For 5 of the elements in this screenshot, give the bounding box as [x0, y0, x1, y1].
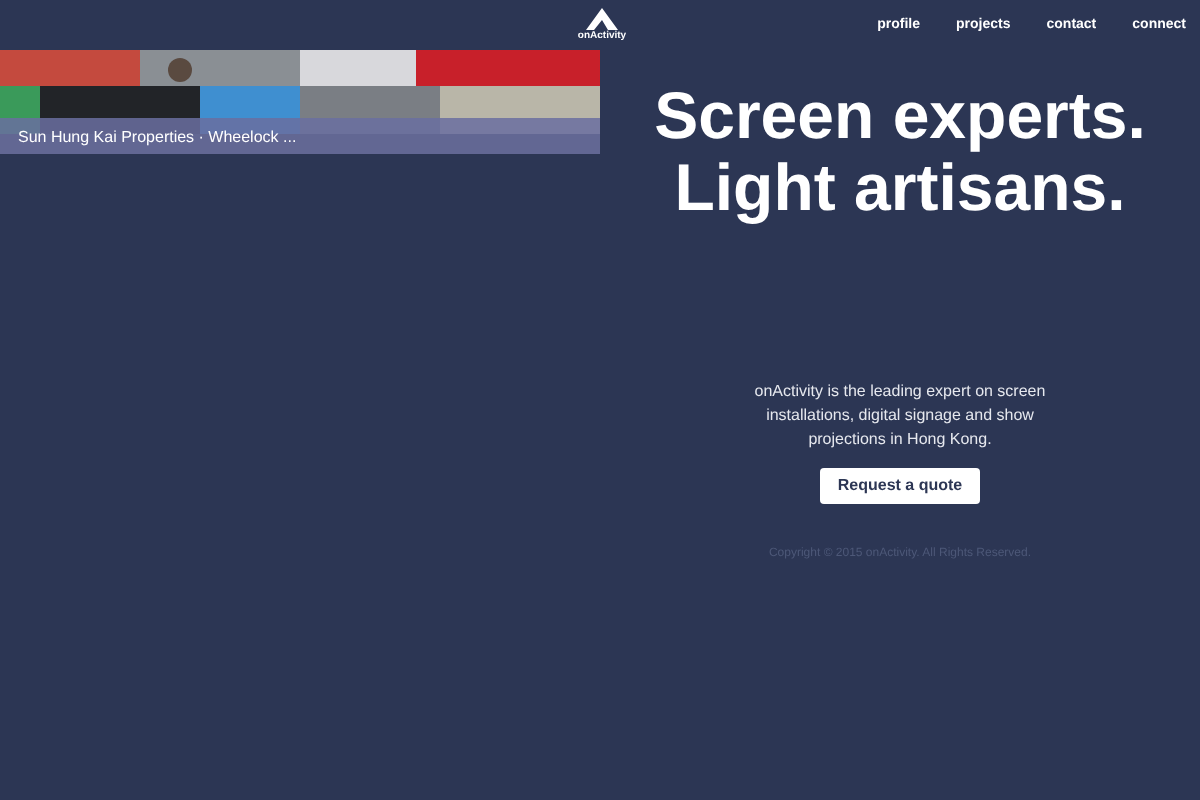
hero-headline: Screen experts. Light artisans. [654, 80, 1146, 224]
logo-icon [586, 8, 618, 30]
project-caption: Sun Hung Kai Properties · Wheelock ... [18, 126, 297, 150]
quote-button[interactable]: Request a quote [819, 468, 981, 504]
hero-description: onActivity is the leading expert on screen installations, digital signage and show projections in Hong Kong. [752, 380, 1048, 452]
